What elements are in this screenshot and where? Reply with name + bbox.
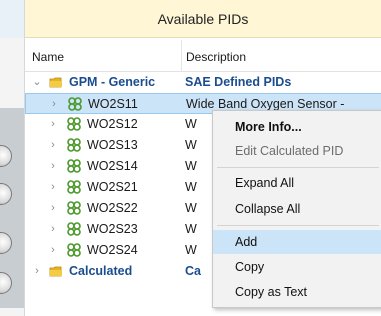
tree-item-name: WO2S11 xyxy=(88,97,138,111)
tree-item-name: WO2S12 xyxy=(87,117,138,131)
column-header-row: Name Description xyxy=(25,40,381,72)
menu-item-copy[interactable]: Copy xyxy=(213,255,381,279)
chevron-right-icon[interactable]: › xyxy=(47,177,59,198)
adjacent-panel-header xyxy=(0,0,24,38)
menu-item-expand-all[interactable]: Expand All xyxy=(213,171,381,195)
chevron-right-icon[interactable]: › xyxy=(47,198,59,219)
tree-item-description: Ca xyxy=(185,264,201,278)
panel-title: Available PIDs xyxy=(25,0,381,38)
menu-item-more-info[interactable]: More Info... xyxy=(213,115,381,139)
menu-item-add[interactable]: Add xyxy=(213,230,381,254)
chevron-right-icon[interactable]: › xyxy=(47,114,59,135)
pid-icon xyxy=(68,97,82,111)
chevron-right-icon[interactable]: › xyxy=(47,156,59,177)
chevron-right-icon[interactable]: › xyxy=(48,94,60,115)
pid-icon xyxy=(67,243,81,257)
tree-item-description: W xyxy=(185,180,197,194)
chevron-right-icon[interactable]: › xyxy=(47,240,59,261)
tree-group-gpm-generic[interactable]: ⌄ GPM - Generic SAE Defined PIDs xyxy=(25,72,381,93)
folder-icon xyxy=(49,266,62,277)
tree-item-name: WO2S13 xyxy=(87,138,138,152)
adjacent-panel xyxy=(0,0,24,316)
menu-item-edit-calculated-pid[interactable]: Edit Calculated PID xyxy=(213,139,381,163)
tree-item-description: W xyxy=(185,159,197,173)
tree-item-description: W xyxy=(185,117,197,131)
column-divider[interactable] xyxy=(181,40,182,72)
tree-item-name: WO2S21 xyxy=(87,180,138,194)
tree-item-name: GPM - Generic xyxy=(69,75,156,89)
tree-item-description: W xyxy=(185,222,197,236)
column-header-description[interactable]: Description xyxy=(186,50,246,64)
tree-item-name: WO2S24 xyxy=(87,243,138,257)
tree-item-name: WO2S22 xyxy=(87,201,138,215)
tree-item-description: SAE Defined PIDs xyxy=(185,75,292,89)
pid-icon xyxy=(67,222,81,236)
tree-item-name: Calculated xyxy=(69,264,133,278)
tree-item-description: W xyxy=(185,201,197,215)
menu-item-copy-as-text[interactable]: Copy as Text xyxy=(213,280,381,304)
chevron-right-icon[interactable]: › xyxy=(47,135,59,156)
menu-item-collapse-all[interactable]: Collapse All xyxy=(213,197,381,221)
pid-icon xyxy=(67,180,81,194)
column-header-name[interactable]: Name xyxy=(32,50,64,64)
menu-separator xyxy=(217,225,379,226)
tree-item-name: WO2S23 xyxy=(87,222,138,236)
folder-icon xyxy=(49,77,62,88)
context-menu: More Info... Edit Calculated PID Expand … xyxy=(212,110,381,308)
pid-icon xyxy=(67,117,81,131)
chevron-right-icon[interactable]: › xyxy=(31,261,43,282)
pid-icon xyxy=(67,138,81,152)
tree-item-description: W xyxy=(185,138,197,152)
tree-item-name: WO2S14 xyxy=(87,159,138,173)
pid-icon xyxy=(67,201,81,215)
chevron-right-icon[interactable]: › xyxy=(47,219,59,240)
menu-separator xyxy=(217,167,379,168)
chevron-down-icon[interactable]: ⌄ xyxy=(31,72,43,93)
tree-item-description: W xyxy=(185,243,197,257)
pid-icon xyxy=(67,159,81,173)
